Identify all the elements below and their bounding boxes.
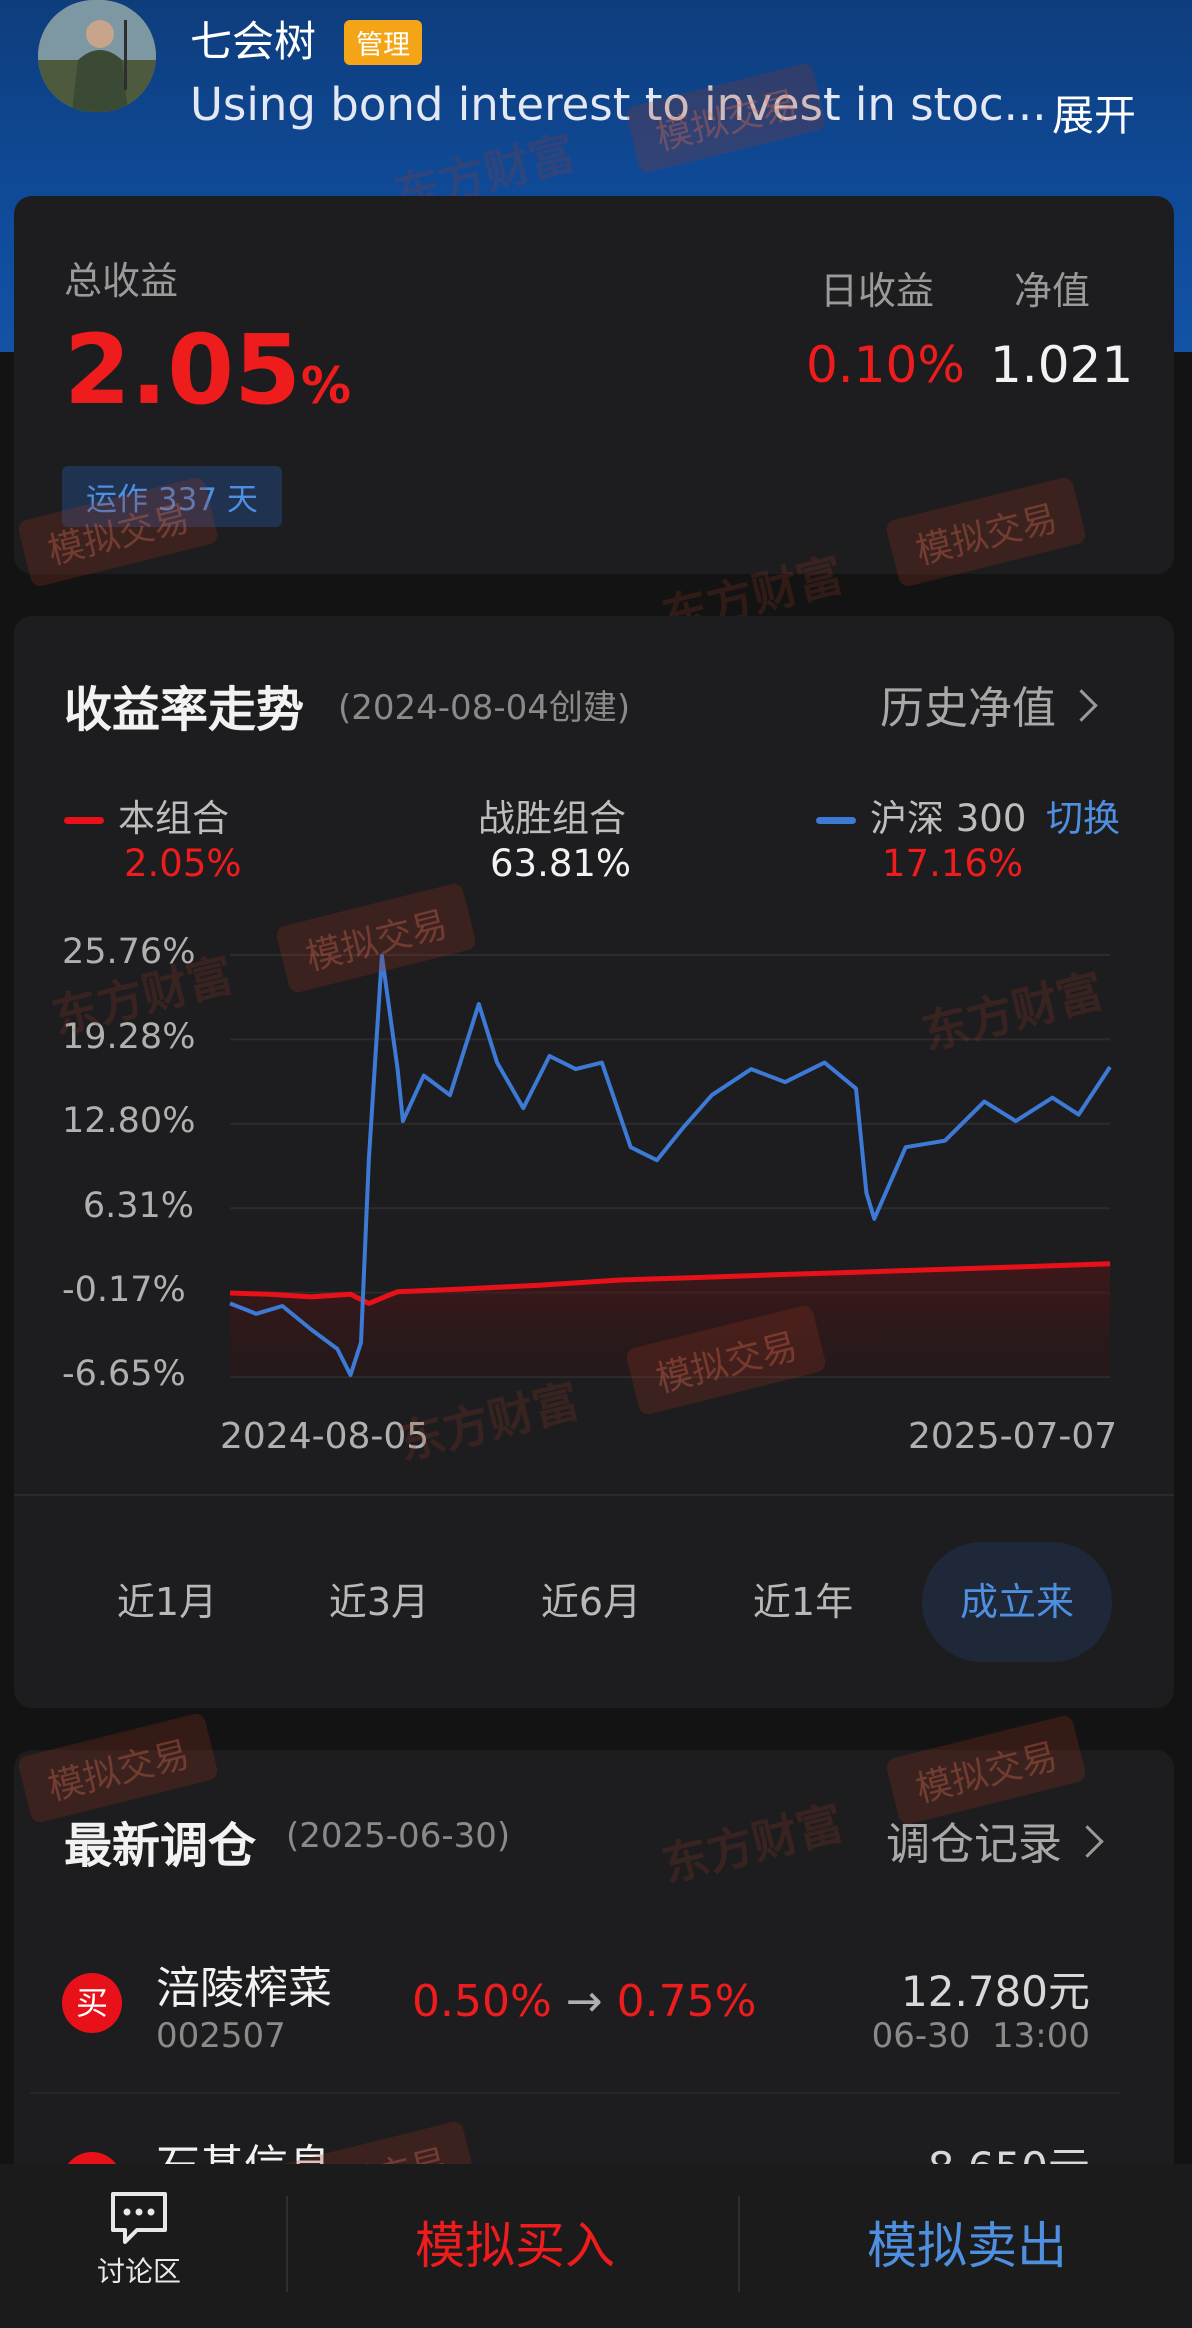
bottom-divider	[738, 2196, 740, 2292]
discussion-button[interactable]: 讨论区	[84, 2190, 194, 2300]
discussion-label: 讨论区	[96, 2255, 181, 2288]
x-start-label: 2024-08-05	[220, 1416, 430, 1457]
buy-action-icon: 买	[62, 1973, 122, 2033]
rebalance-title: 最新调仓	[64, 1818, 257, 1874]
period-tab-since-inception[interactable]: 成立来	[922, 1542, 1112, 1662]
row-divider	[30, 2092, 1120, 2094]
chat-bubble-icon	[111, 2192, 167, 2244]
period-tab-1m[interactable]: 近1月	[92, 1542, 242, 1662]
bottom-divider	[286, 2196, 288, 2292]
stock-code: 002507	[156, 2016, 286, 2056]
trade-time: 06-30 13:00	[871, 2016, 1090, 2056]
x-end-label: 2025-07-07	[908, 1416, 1118, 1457]
trade-price: 12.780元	[901, 1967, 1090, 2016]
rebalance-history-link[interactable]: 调仓记录	[886, 1808, 1104, 1872]
weight-change: 0.50% → 0.75%	[412, 1976, 756, 2027]
rebalance-history-label: 调仓记录	[886, 1819, 1062, 1870]
weight-to: 0.75%	[616, 1976, 757, 2027]
rebalance-date: (2025-06-30)	[286, 1816, 511, 1856]
period-tab-6m[interactable]: 近6月	[516, 1542, 666, 1662]
chart-divider	[14, 1494, 1174, 1496]
chart-series-layer	[229, 953, 1112, 1377]
period-tab-1y[interactable]: 近1年	[728, 1542, 878, 1662]
arrow-right-icon: →	[565, 1976, 603, 2027]
stock-name: 涪陵榨菜	[156, 1963, 332, 2014]
chevron-right-icon	[1071, 1825, 1104, 1858]
simulated-sell-button[interactable]: 模拟卖出	[742, 2164, 1192, 2328]
weight-from: 0.50%	[412, 1976, 552, 2027]
simulated-buy-button[interactable]: 模拟买入	[290, 2164, 740, 2328]
period-tab-3m[interactable]: 近3月	[304, 1542, 454, 1662]
return-trend-chart[interactable]	[0, 0, 1192, 1500]
